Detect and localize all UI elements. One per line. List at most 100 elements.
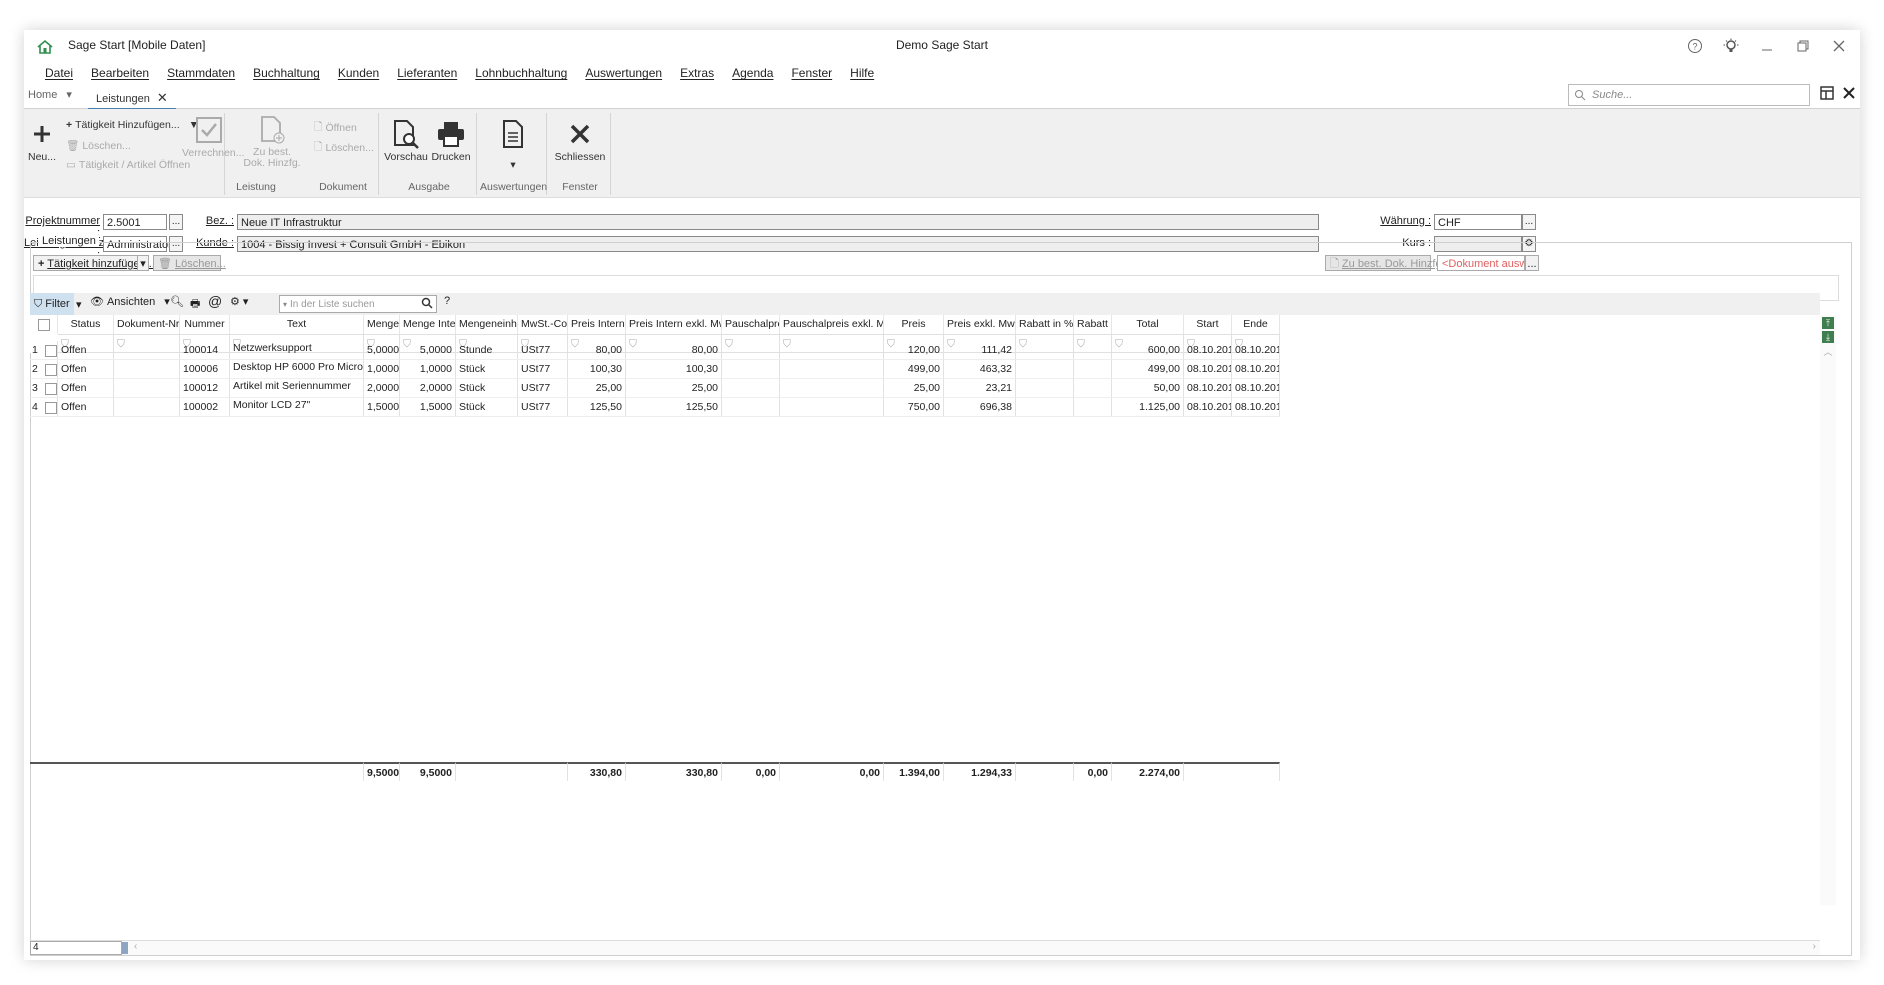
chevron-down-icon[interactable]: ▾ [283, 300, 287, 309]
col-ende[interactable]: Ende [1232, 315, 1280, 334]
doc-open-button[interactable]: 🗋 Öffnen [314, 119, 357, 137]
menu-stammdaten[interactable]: Stammdaten [158, 64, 244, 86]
help-icon[interactable]: ? [1684, 34, 1706, 58]
scroll-top-icon[interactable]: ⤒ [1822, 317, 1834, 329]
bez-field[interactable]: Neue IT Infrastruktur [237, 214, 1319, 230]
select-document-browse-button[interactable]: ... [1525, 255, 1539, 271]
close-button[interactable]: Schliessen [552, 117, 608, 163]
col-rabatt-pct[interactable]: Rabatt in % [1016, 315, 1074, 334]
table-row[interactable]: 3 Offen 100012 Artikel mit Seriennummer 2,00… [30, 379, 1280, 398]
menu-auswertungen[interactable]: Auswertungen [576, 64, 671, 86]
col-preis[interactable]: Preis [884, 315, 944, 334]
col-start[interactable]: Start [1184, 315, 1232, 334]
lightbulb-icon[interactable] [1720, 34, 1742, 58]
horizontal-scrollbar[interactable]: 4 ‹ › [30, 940, 1820, 955]
close-view-icon[interactable] [1842, 86, 1856, 104]
col-preis-exkl[interactable]: Preis exkl. MwSt. [944, 315, 1016, 334]
search-icon[interactable] [421, 297, 433, 312]
tab-home[interactable]: Home ▾ [28, 88, 72, 101]
open-activity-button[interactable]: ▭ Tätigkeit / Artikel Öffnen [66, 159, 190, 171]
row-checkbox[interactable] [42, 341, 58, 360]
list-search-input[interactable]: In der Liste suchen [290, 299, 375, 310]
views-button[interactable]: 👁 Ansichten ▾ [90, 295, 170, 309]
grid-help-icon[interactable]: ? [444, 295, 450, 307]
menu-kunden[interactable]: Kunden [329, 64, 388, 86]
col-menge-intern[interactable]: Menge Intern [400, 315, 456, 334]
close-window-icon[interactable] [1828, 34, 1850, 58]
col-rabatt[interactable]: Rabatt [1074, 315, 1112, 334]
menu-fenster[interactable]: Fenster [782, 64, 841, 86]
preview-button[interactable]: Vorschau [384, 117, 428, 163]
col-status[interactable]: Status [58, 315, 114, 334]
table-row[interactable]: 1 Offen 100014 Netzwerksupport 5,0000 5,0000 S… [30, 341, 1280, 360]
select-all-checkbox[interactable] [30, 315, 58, 334]
global-search-input[interactable]: Suche... [1592, 89, 1632, 101]
doc-delete-button[interactable]: 🗋 Löschen... [314, 139, 374, 157]
menu-extras[interactable]: Extras [671, 64, 723, 86]
scroll-left-icon[interactable]: ‹ [134, 941, 137, 952]
add-activity-dropdown-icon[interactable]: ▾ [137, 255, 149, 271]
row-checkbox[interactable] [42, 379, 58, 398]
open-activity-label: Tätigkeit / Artikel Öffnen [78, 159, 191, 171]
filter-button[interactable]: ⛉ Filter [30, 293, 74, 315]
settle-button[interactable]: Verrechnen... [182, 113, 244, 159]
reports-button[interactable]: ▾ [488, 117, 538, 171]
grid-settings-icon[interactable]: ⚙ ▾ [230, 295, 248, 308]
select-document-field[interactable]: <Dokument auswähle [1437, 255, 1525, 271]
grid-preview-icon[interactable]: 🔍︎ [170, 295, 184, 308]
scroll-up-icon[interactable]: ︿ [1820, 345, 1836, 358]
col-total[interactable]: Total [1112, 315, 1184, 334]
menu-bearbeiten[interactable]: Bearbeiten [82, 64, 158, 86]
menu-lieferanten[interactable]: Lieferanten [388, 64, 466, 86]
ribbon-delete-button[interactable]: 🗑 Löschen... [66, 139, 131, 153]
global-search[interactable]: Suche... [1568, 84, 1810, 106]
col-pauschalpreis-exkl[interactable]: Pauschalpreis exkl. MwSt. [780, 315, 884, 334]
col-nummer[interactable]: Nummer [180, 315, 230, 334]
list-search-field[interactable]: ▾ In der Liste suchen [279, 295, 437, 313]
vertical-scrollbar[interactable]: ⤒ ⤓ ︿ [1820, 315, 1836, 905]
add-to-doc-button[interactable]: Zu best. Dok. Hinzfg. [242, 113, 302, 169]
dock-icon[interactable] [1820, 86, 1834, 104]
col-menge[interactable]: Menge [364, 315, 400, 334]
menu-lohnbuchhaltung[interactable]: Lohnbuchhaltung [466, 64, 576, 86]
hscroll-thumb[interactable] [122, 942, 128, 954]
add-activity-button[interactable]: + Tätigkeit Hinzufügen... ▼ [66, 119, 199, 131]
filter-dropdown-icon[interactable]: ▾ [76, 298, 82, 311]
reports-dropdown-icon[interactable]: ▾ [488, 159, 538, 171]
col-mwst-code[interactable]: MwSt.-Code [518, 315, 568, 334]
tab-leistungen[interactable]: Leistungen ✕ [88, 88, 176, 110]
col-dokument-nr[interactable]: Dokument-Nr. [114, 315, 180, 334]
table-row[interactable]: 4 Offen 100002 Monitor LCD 27" 1,5000 1,5000 S… [30, 398, 1280, 417]
views-dropdown-icon[interactable]: ▾ [164, 295, 170, 308]
col-text[interactable]: Text [230, 315, 364, 334]
table-row[interactable]: 2 Offen 100006Desktop HP 6000 Pro Microtow… [30, 360, 1280, 379]
menu-buchhaltung[interactable]: Buchhaltung [244, 64, 329, 86]
add-activity-panel-button[interactable]: + Tätigkeit hinzufügen... [33, 255, 155, 271]
minimize-icon[interactable] [1756, 34, 1778, 58]
scroll-bottom-icon[interactable]: ⤓ [1822, 331, 1834, 343]
grid-print-icon[interactable]: 🖶 [190, 295, 200, 314]
waehrung-browse-button[interactable]: ... [1522, 214, 1536, 230]
col-preis-intern[interactable]: Preis Intern [568, 315, 626, 334]
col-mengeneinheit[interactable]: Mengeneinheit [456, 315, 518, 334]
panel-delete-button[interactable]: 🗑 Löschen... [153, 255, 226, 271]
scroll-right-icon[interactable]: › [1813, 941, 1816, 952]
col-preis-intern-exkl[interactable]: Preis Intern exkl. MwSt. [626, 315, 722, 334]
restore-icon[interactable] [1792, 34, 1814, 58]
row-checkbox[interactable] [42, 360, 58, 379]
cell-rabatt-pct [1016, 360, 1074, 379]
menu-agenda[interactable]: Agenda [723, 64, 782, 86]
menu-datei[interactable]: Datei [36, 64, 82, 86]
print-button[interactable]: Drucken [430, 117, 472, 163]
row-checkbox[interactable] [42, 398, 58, 417]
new-button[interactable]: Neu... [28, 117, 56, 163]
projektnummer-browse-button[interactable]: ... [169, 214, 183, 230]
col-pauschalpreis[interactable]: Pauschalpreis [722, 315, 780, 334]
menu-hilfe[interactable]: Hilfe [841, 64, 883, 86]
close-tab-icon[interactable]: ✕ [157, 90, 168, 105]
projektnummer-field[interactable]: 2.5001 [103, 214, 167, 230]
waehrung-field[interactable]: CHF [1434, 214, 1522, 230]
panel-add-to-doc-button[interactable]: 🗋 Zu best. Dok. Hinzfg. [1325, 255, 1445, 271]
email-icon[interactable]: @ [208, 293, 222, 309]
chevron-down-icon[interactable]: ▾ [66, 89, 72, 101]
